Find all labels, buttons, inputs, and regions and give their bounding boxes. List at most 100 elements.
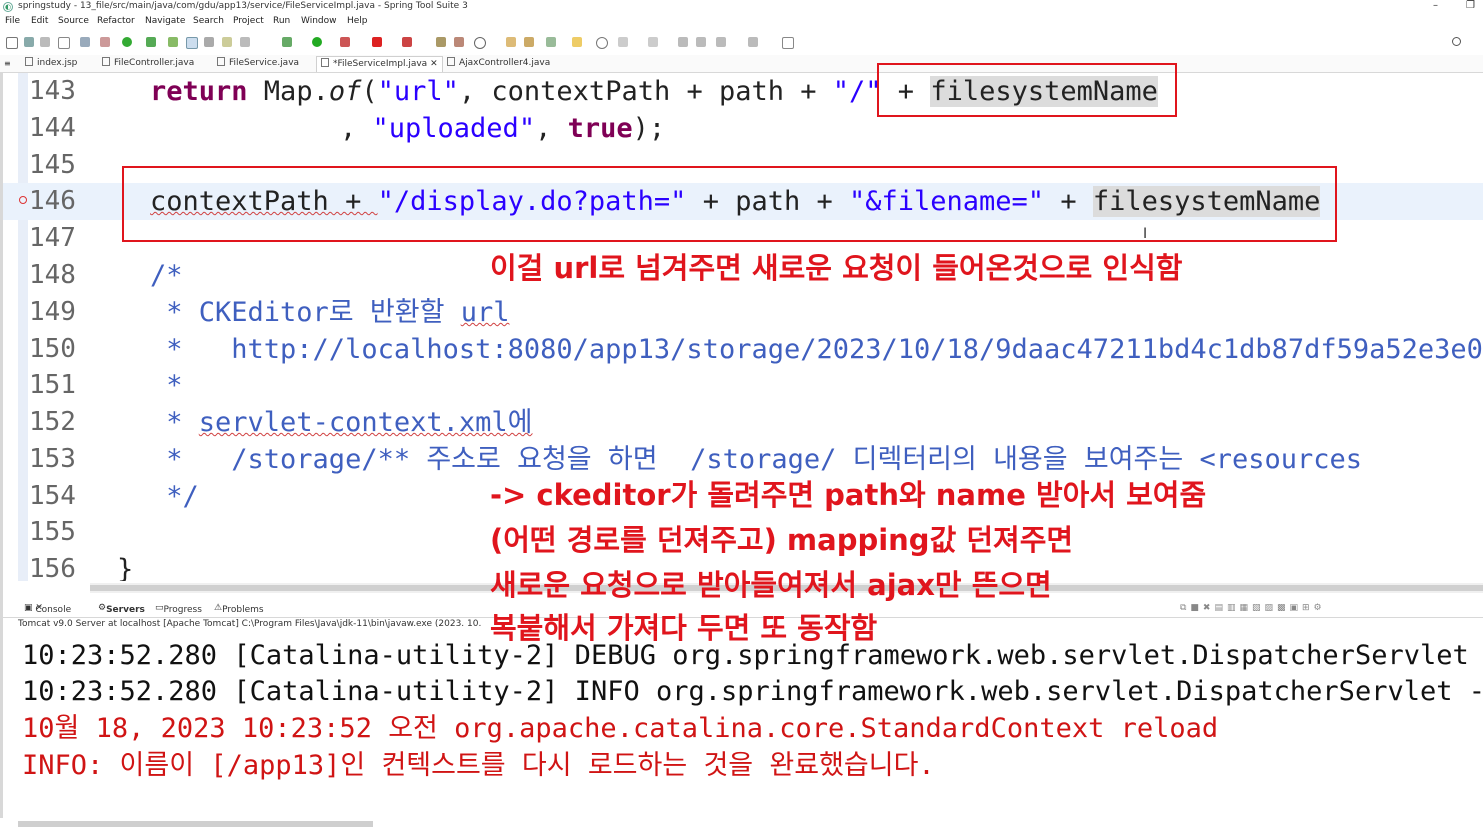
restore-button[interactable]: ❐	[1466, 0, 1475, 11]
save-icon[interactable]	[24, 37, 34, 47]
annotation-note-line4: 복붙해서 가져다 두면 또 동작함	[490, 611, 878, 645]
line-number: 156	[29, 554, 76, 581]
annotation-note-line3: 새로운 요청으로 받아들여져서 ajax만 뜬으면	[490, 568, 1052, 602]
annotation-box-contextpath-line	[122, 166, 1337, 242]
menu-refactor[interactable]: Refactor	[97, 16, 135, 26]
menu-help[interactable]: Help	[347, 16, 368, 26]
menu-edit[interactable]: Edit	[31, 16, 48, 26]
line-number: 147	[29, 223, 76, 253]
print-icon[interactable]	[58, 37, 70, 49]
annotation-note-line2: (어떤 경로를 던져주고) mapping값 던져주면	[490, 523, 1074, 557]
close-tab-icon[interactable]: ✕	[430, 59, 438, 69]
menu-bar: File Edit Source Refactor Navigate Searc…	[0, 15, 1483, 30]
tab-file-service-impl[interactable]: *FileServiceImpl.java ✕	[316, 56, 443, 72]
skip-breakpoints-icon[interactable]	[100, 37, 110, 47]
tab-progress[interactable]: ▭ Progress	[155, 603, 202, 615]
error-marker-icon[interactable]	[19, 196, 27, 204]
tab-file-controller[interactable]: FileController.java	[102, 56, 194, 71]
menu-navigate[interactable]: Navigate	[145, 16, 185, 26]
menu-source[interactable]: Source	[58, 16, 89, 26]
search-icon[interactable]	[1452, 37, 1461, 46]
code-text: * http://localhost:8080/app13/storage/20…	[150, 334, 1483, 365]
title-bar: ◐ springstudy - 13_file/src/main/java/co…	[0, 0, 1483, 14]
new-icon[interactable]	[6, 37, 18, 49]
build-icon[interactable]	[436, 37, 446, 47]
stop-icon[interactable]	[372, 37, 382, 47]
java-file-icon	[447, 57, 455, 66]
line-number: 149	[29, 297, 76, 327]
main-toolbar	[0, 32, 1483, 52]
annotation-box-filesystemname	[877, 63, 1177, 117]
whitespace-icon[interactable]	[240, 37, 250, 47]
tab-servers[interactable]: ⚙ Servers	[98, 603, 145, 615]
spring-app-icon: ◐	[3, 2, 13, 12]
pin-editor-icon[interactable]	[782, 37, 794, 49]
tab-index-jsp[interactable]: index.jsp	[25, 56, 77, 71]
console-title: Tomcat v9.0 Server at localhost [Apache …	[18, 619, 482, 629]
task-icon[interactable]	[572, 37, 582, 47]
menu-search[interactable]: Search	[193, 16, 224, 26]
open-folder-icon[interactable]	[524, 37, 534, 47]
code-line-149: 149 * CKEditor로 반환할 url	[0, 294, 1483, 331]
console-line: 10월 18, 2023 10:23:52 오전 org.apache.cata…	[22, 713, 1219, 744]
console-scrollbar-thumb[interactable]	[18, 821, 373, 827]
forward-icon[interactable]	[716, 37, 726, 47]
spring-boot-icon[interactable]	[122, 37, 132, 47]
tab-ajax-controller4[interactable]: AjaxController4.java	[447, 56, 550, 71]
back-icon[interactable]	[696, 37, 706, 47]
console-output[interactable]: 10:23:52.280 [Catalina-utility-2] DEBUG …	[0, 638, 1483, 818]
tab-overflow-icon[interactable]: ≡	[4, 56, 14, 71]
debug-icon[interactable]	[282, 37, 292, 47]
java-file-icon	[102, 57, 110, 66]
code-line-152: 152 * servlet-context.xml에	[0, 404, 1483, 441]
editor-tabs: ≡ index.jsp FileController.java FileServ…	[0, 55, 1483, 73]
tab-file-service[interactable]: FileService.java	[217, 56, 299, 71]
minimize-button[interactable]: –	[1433, 0, 1438, 11]
globe-icon[interactable]	[474, 37, 486, 49]
code-text: *	[150, 370, 183, 401]
menu-file[interactable]: File	[5, 16, 20, 26]
tab-problems[interactable]: ⚠ Problems	[214, 603, 264, 615]
line-number: 155	[29, 517, 76, 547]
line-number: 152	[29, 407, 76, 437]
menu-window[interactable]: Window	[301, 16, 337, 26]
line-number: 150	[29, 334, 76, 364]
java-file-icon	[321, 58, 329, 67]
format-icon[interactable]	[204, 37, 214, 47]
window-title: springstudy - 13_file/src/main/java/com/…	[18, 1, 468, 11]
menu-run[interactable]: Run	[273, 16, 290, 26]
annotate-icon[interactable]	[546, 37, 556, 47]
terminal-icon[interactable]	[80, 37, 90, 47]
last-edit-icon[interactable]	[678, 37, 688, 47]
server-icon[interactable]	[402, 37, 412, 47]
code-text: /*	[150, 260, 183, 291]
marker-icon[interactable]	[168, 37, 178, 47]
code-text: * CKEditor로 반환할 url	[150, 297, 510, 328]
help-icon[interactable]	[596, 37, 608, 49]
next-annotation-icon[interactable]	[618, 37, 628, 47]
package-icon[interactable]	[454, 37, 464, 47]
run-icon[interactable]	[312, 37, 322, 47]
console-line: 10:23:52.280 [Catalina-utility-2] INFO o…	[22, 676, 1483, 707]
save-all-icon[interactable]	[40, 37, 50, 47]
line-number: 146	[29, 186, 76, 216]
line-number: 144	[29, 113, 76, 143]
line-number: 153	[29, 444, 76, 474]
java-file-icon	[217, 57, 225, 66]
text-cursor-icon: I	[1143, 226, 1148, 242]
tab-console[interactable]: ▣ Console ✕	[24, 603, 71, 615]
open-type-icon[interactable]	[506, 37, 516, 47]
code-line-144: 144 , "uploaded", true);	[0, 110, 1483, 147]
line-number: 148	[29, 260, 76, 290]
history-icon[interactable]	[748, 37, 758, 47]
external-tools-icon[interactable]	[340, 37, 350, 47]
menu-project[interactable]: Project	[233, 16, 264, 26]
refresh-icon[interactable]	[146, 37, 156, 47]
console-toolbar-icons[interactable]: ⧉■✖▤▥▦▧▨▩▣⊞⚙	[1180, 603, 1326, 613]
toggle-mark-icon[interactable]	[186, 37, 198, 49]
prev-annotation-icon[interactable]	[648, 37, 658, 47]
console-line: INFO: 이름이 [/app13]인 컨텍스트를 다시 로드하는 것을 완료했…	[22, 750, 935, 781]
block-icon[interactable]	[222, 37, 232, 47]
line-number: 143	[29, 76, 76, 106]
line-number: 151	[29, 370, 76, 400]
